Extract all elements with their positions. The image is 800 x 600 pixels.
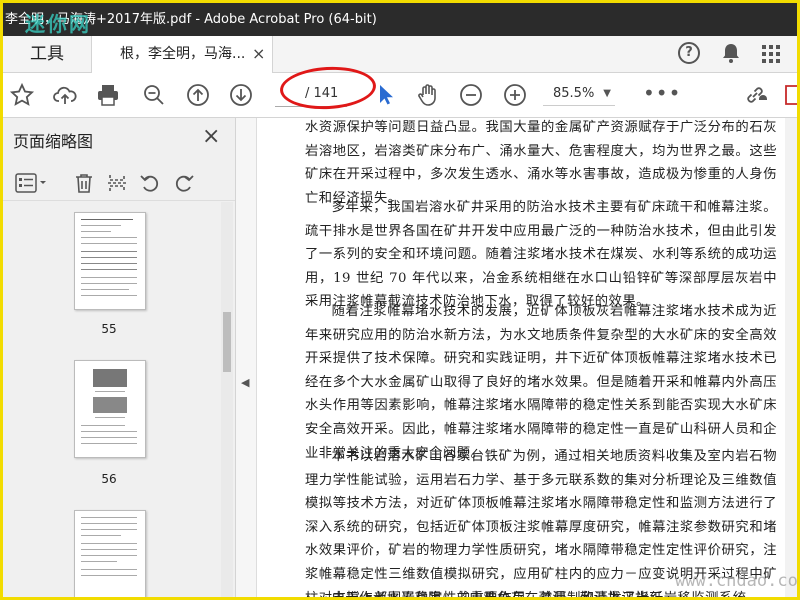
zoom-value: 85.5% (553, 86, 595, 101)
page-thumbnail[interactable] (74, 212, 146, 310)
zoom-plus-icon[interactable] (499, 79, 531, 111)
upload-cloud-icon[interactable] (49, 79, 81, 111)
apps-grid-icon[interactable] (762, 45, 780, 63)
paragraph: 多年来，我国岩溶水矿井采用的防治水技术主要有矿床疏干和帷幕注浆。疏干排水是世界各… (305, 200, 777, 310)
zoom-minus-icon[interactable] (455, 79, 487, 111)
insert-pages-icon[interactable] (104, 170, 130, 196)
app-window: 李全明，马海涛+2017年版.pdf - Adobe Acrobat Pro (… (0, 0, 800, 600)
panel-collapse-bar[interactable]: ◀ (236, 118, 257, 597)
close-panel-icon[interactable]: × (202, 124, 220, 149)
toolbar: / 141 85.5% ▼ ••• (3, 73, 797, 118)
thumbnail-scrollbar[interactable] (221, 202, 233, 597)
thumbnail-list: 55 56 (3, 202, 221, 597)
thumbnail-options-icon[interactable] (13, 170, 49, 196)
edit-pdf-icon[interactable] (779, 79, 797, 111)
page-thumbnail[interactable] (74, 360, 146, 458)
share-link-icon[interactable] (739, 79, 771, 111)
close-tab-icon[interactable]: × (252, 36, 265, 72)
hand-tool-icon[interactable] (412, 79, 444, 111)
page-thumbnail-number: 55 (101, 322, 117, 336)
print-icon[interactable] (92, 79, 124, 111)
page-thumbnails-panel: 页面缩略图 × 55 56 (3, 118, 236, 597)
panel-title: 页面缩略图 (13, 132, 94, 151)
more-tools-icon[interactable]: ••• (643, 83, 681, 103)
page-thumbnail-number: 56 (101, 472, 117, 486)
page-thumbnail[interactable] (74, 510, 146, 597)
bookmark-star-icon[interactable] (6, 79, 38, 111)
scrollbar-thumb[interactable] (223, 312, 231, 372)
document-scrollbar[interactable] (785, 118, 797, 597)
paragraph: 随着注浆帷幕堵水技术的发展，近矿体顶板灰岩帷幕注浆堵水技术成为近年来研究应用的防… (305, 304, 777, 461)
document-tab-label: 根，李全明，马海... (120, 46, 246, 62)
chevron-down-icon: ▼ (603, 88, 611, 99)
tab-document[interactable]: 根，李全明，马海... × (91, 36, 273, 73)
rotate-left-icon[interactable] (137, 170, 163, 196)
document-view[interactable]: 水资源保护等问题日益凸显。我国大量的金属矿产资源赋存于广泛分布的石灰岩溶地区，岩… (257, 118, 797, 597)
page-up-icon[interactable] (182, 79, 214, 111)
zoom-dropdown[interactable]: 85.5% ▼ (543, 82, 615, 106)
rotate-right-icon[interactable] (171, 170, 197, 196)
tab-tools[interactable]: 工具 (3, 36, 91, 72)
trash-icon[interactable] (71, 170, 97, 196)
watermark-text: www.cndao.com (675, 571, 800, 591)
thumbnail-toolbar (3, 166, 235, 201)
tab-bar: 工具 根，李全明，马海... × ? (3, 36, 797, 73)
document-page: 水资源保护等问题日益凸显。我国大量的金属矿产资源赋存于广泛分布的石灰岩溶地区，岩… (257, 118, 785, 597)
help-icon[interactable]: ? (678, 42, 700, 64)
collapse-left-icon[interactable]: ◀ (241, 376, 249, 389)
bell-icon[interactable] (721, 42, 741, 69)
zoom-out-search-icon[interactable] (138, 79, 170, 111)
page-down-icon[interactable] (225, 79, 257, 111)
title-bar: 李全明，马海涛+2017年版.pdf - Adobe Acrobat Pro (… (3, 3, 797, 36)
